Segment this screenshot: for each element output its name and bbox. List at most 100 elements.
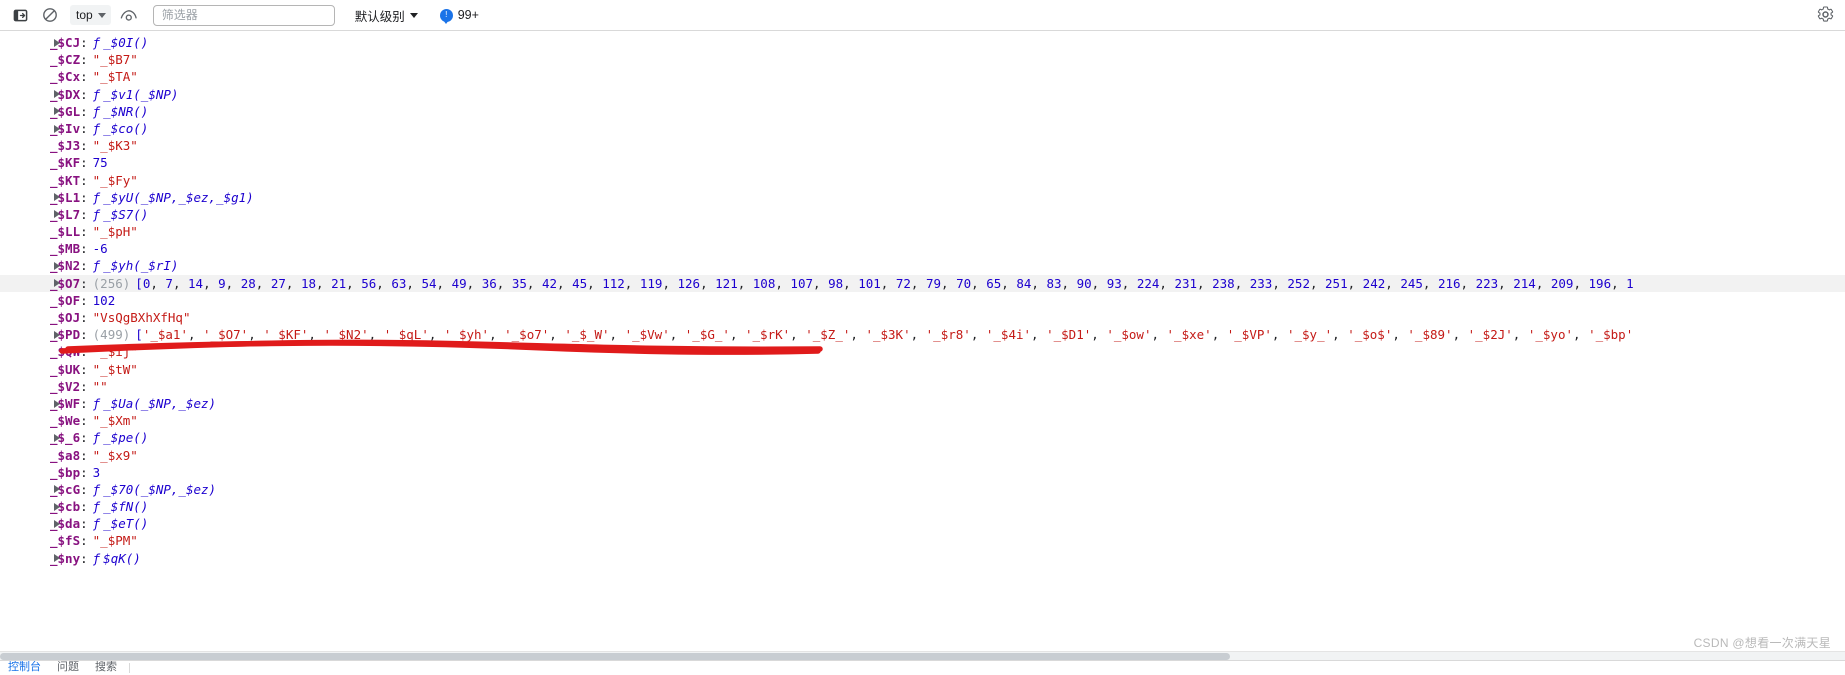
console-property-row[interactable]: _$CJ: ƒ _$0I() <box>0 34 1845 51</box>
filter-input[interactable] <box>159 7 328 23</box>
property-colon: : <box>80 275 88 291</box>
property-key: _$bp <box>50 464 81 480</box>
property-value-number: 75 <box>92 155 108 171</box>
property-key: _$We <box>50 413 81 429</box>
console-property-row[interactable]: _$fS: "_$PM" <box>0 532 1845 549</box>
console-property-row[interactable]: _$QW: "_$ij" <box>0 343 1845 360</box>
expand-arrow-icon[interactable] <box>54 38 60 47</box>
expand-arrow-icon[interactable] <box>54 502 60 511</box>
console-property-row[interactable]: _$UK: "_$tW" <box>0 361 1845 378</box>
expand-arrow-icon[interactable] <box>54 399 60 408</box>
console-property-row[interactable]: _$N2: ƒ _$yh(_$rI) <box>0 257 1845 274</box>
property-key: _$KT <box>50 172 81 188</box>
property-value-function: _$eT() <box>103 516 149 532</box>
console-property-row[interactable]: _$CZ: "_$B7" <box>0 51 1845 68</box>
property-value-function: $qK() <box>103 550 141 566</box>
horizontal-scrollbar-thumb[interactable] <box>0 653 1230 660</box>
property-key: _$OJ <box>50 310 81 325</box>
property-key: _$J3 <box>50 138 81 154</box>
gear-icon <box>1817 6 1834 22</box>
console-property-row[interactable]: _$KF:75 <box>0 154 1845 171</box>
console-toolbar: top 默认级别 ! 99+ <box>0 0 1845 31</box>
array-length-badge: (499) <box>92 327 131 343</box>
property-colon: : <box>80 138 88 154</box>
clear-console-button[interactable] <box>38 4 62 26</box>
expand-arrow-icon[interactable] <box>54 90 60 99</box>
property-value-function: _$70(_$NP,_$ez) <box>103 481 217 497</box>
console-property-row[interactable]: _$PD: (499) ['_$a1', '_$O7', '_$KF', '_$N2… <box>0 326 1845 343</box>
console-property-row[interactable]: _$cb: ƒ _$fN() <box>0 498 1845 515</box>
watermark: CSDN @想看一次满天星 <box>1693 636 1831 650</box>
console-property-row[interactable]: _$da: ƒ _$eT() <box>0 515 1845 532</box>
chevron-down-icon <box>97 12 106 18</box>
expand-arrow-icon[interactable] <box>54 554 60 563</box>
drawer-tab-search[interactable]: 搜索 <box>87 661 125 675</box>
function-marker-icon: ƒ <box>92 103 101 119</box>
expand-arrow-icon[interactable] <box>54 107 60 116</box>
console-property-row[interactable]: _$ny: ƒ $qK() <box>0 550 1845 567</box>
expand-arrow-icon[interactable] <box>54 433 60 442</box>
function-marker-icon: ƒ <box>92 258 101 274</box>
console-property-row[interactable]: _$WF: ƒ _$Ua(_$NP,_$ez) <box>0 395 1845 412</box>
property-colon: : <box>80 413 88 429</box>
console-property-row[interactable]: _$V2: "" <box>0 378 1845 395</box>
expand-arrow-icon[interactable] <box>54 124 60 133</box>
log-level-selector[interactable]: 默认级别 <box>355 6 418 25</box>
console-property-row[interactable]: _$L7: ƒ _$S7() <box>0 206 1845 223</box>
console-property-row[interactable]: _$Iv: ƒ _$co() <box>0 120 1845 137</box>
drawer-tab-console[interactable]: 控制台 <box>0 661 49 675</box>
property-value-function: _$yh(_$rI) <box>103 258 179 274</box>
console-property-row[interactable]: _$KT: "_$Fy" <box>0 172 1845 189</box>
issues-counter[interactable]: ! 99+ <box>439 8 479 24</box>
property-key: _$QW <box>50 344 81 360</box>
expand-arrow-icon[interactable] <box>54 210 60 219</box>
console-property-row[interactable]: _$We: "_$Xm" <box>0 412 1845 429</box>
console-property-row[interactable]: _$bp:3 <box>0 464 1845 481</box>
settings-button[interactable] <box>1816 5 1836 25</box>
issues-count-label: 99+ <box>457 8 479 22</box>
property-colon: : <box>80 499 88 515</box>
live-expression-button[interactable] <box>117 4 141 26</box>
property-value-string: "_$x9" <box>92 447 138 463</box>
property-value-string: "_$pH" <box>92 224 138 240</box>
console-property-row[interactable]: _$DX: ƒ _$v1(_$NP) <box>0 86 1845 103</box>
console-property-row[interactable]: _$L1: ƒ _$yU(_$NP,_$ez,_$g1) <box>0 189 1845 206</box>
property-value-number: -6 <box>92 241 108 257</box>
execution-context-selector[interactable]: top <box>70 5 111 25</box>
console-property-row[interactable]: _$GL: ƒ _$NR() <box>0 103 1845 120</box>
property-colon: : <box>80 344 88 360</box>
execution-context-label: top <box>76 8 93 22</box>
property-colon: : <box>80 241 88 257</box>
sidebar-toggle-button[interactable] <box>8 4 32 26</box>
console-property-row[interactable]: _$LL: "_$pH" <box>0 223 1845 240</box>
property-colon: : <box>80 464 88 480</box>
console-property-row[interactable]: _$cG: ƒ _$70(_$NP,_$ez) <box>0 481 1845 498</box>
console-property-row[interactable]: _$MB: -6 <box>0 240 1845 257</box>
filter-input-wrapper[interactable] <box>152 4 335 26</box>
expand-arrow-icon[interactable] <box>54 519 60 528</box>
property-value-string: "_$Fy" <box>92 172 138 188</box>
clear-console-icon <box>43 8 57 22</box>
expand-arrow-icon[interactable] <box>54 279 60 288</box>
property-colon: : <box>80 550 88 566</box>
function-marker-icon: ƒ <box>92 35 101 50</box>
drawer-tab-issues[interactable]: 问题 <box>49 661 87 675</box>
property-key: _$MB <box>50 241 81 257</box>
property-colon: : <box>80 172 88 188</box>
property-value-function: _$v1(_$NP) <box>103 86 179 102</box>
property-value-string: "_$tW" <box>92 361 138 377</box>
property-value-number: 3 <box>92 464 101 480</box>
function-marker-icon: ƒ <box>92 120 101 136</box>
console-property-row[interactable]: _$O7: (256) [0, 7, 14, 9, 28, 27, 18, 21, … <box>0 274 1845 292</box>
expand-arrow-icon[interactable] <box>54 193 60 202</box>
console-property-row[interactable]: _$OF:102 <box>0 292 1845 309</box>
console-property-row[interactable]: _$_6: ƒ _$pe() <box>0 429 1845 446</box>
console-property-row[interactable]: _$a8: "_$x9" <box>0 447 1845 464</box>
console-property-row[interactable]: _$Cx: "_$TA" <box>0 68 1845 85</box>
expand-arrow-icon[interactable] <box>54 262 60 271</box>
function-marker-icon: ƒ <box>92 395 101 411</box>
console-property-row[interactable]: _$OJ: "VsQgBXhXfHq" <box>0 309 1845 326</box>
expand-arrow-icon[interactable] <box>54 330 60 339</box>
expand-arrow-icon[interactable] <box>54 485 60 494</box>
console-property-row[interactable]: _$J3: "_$K3" <box>0 137 1845 154</box>
